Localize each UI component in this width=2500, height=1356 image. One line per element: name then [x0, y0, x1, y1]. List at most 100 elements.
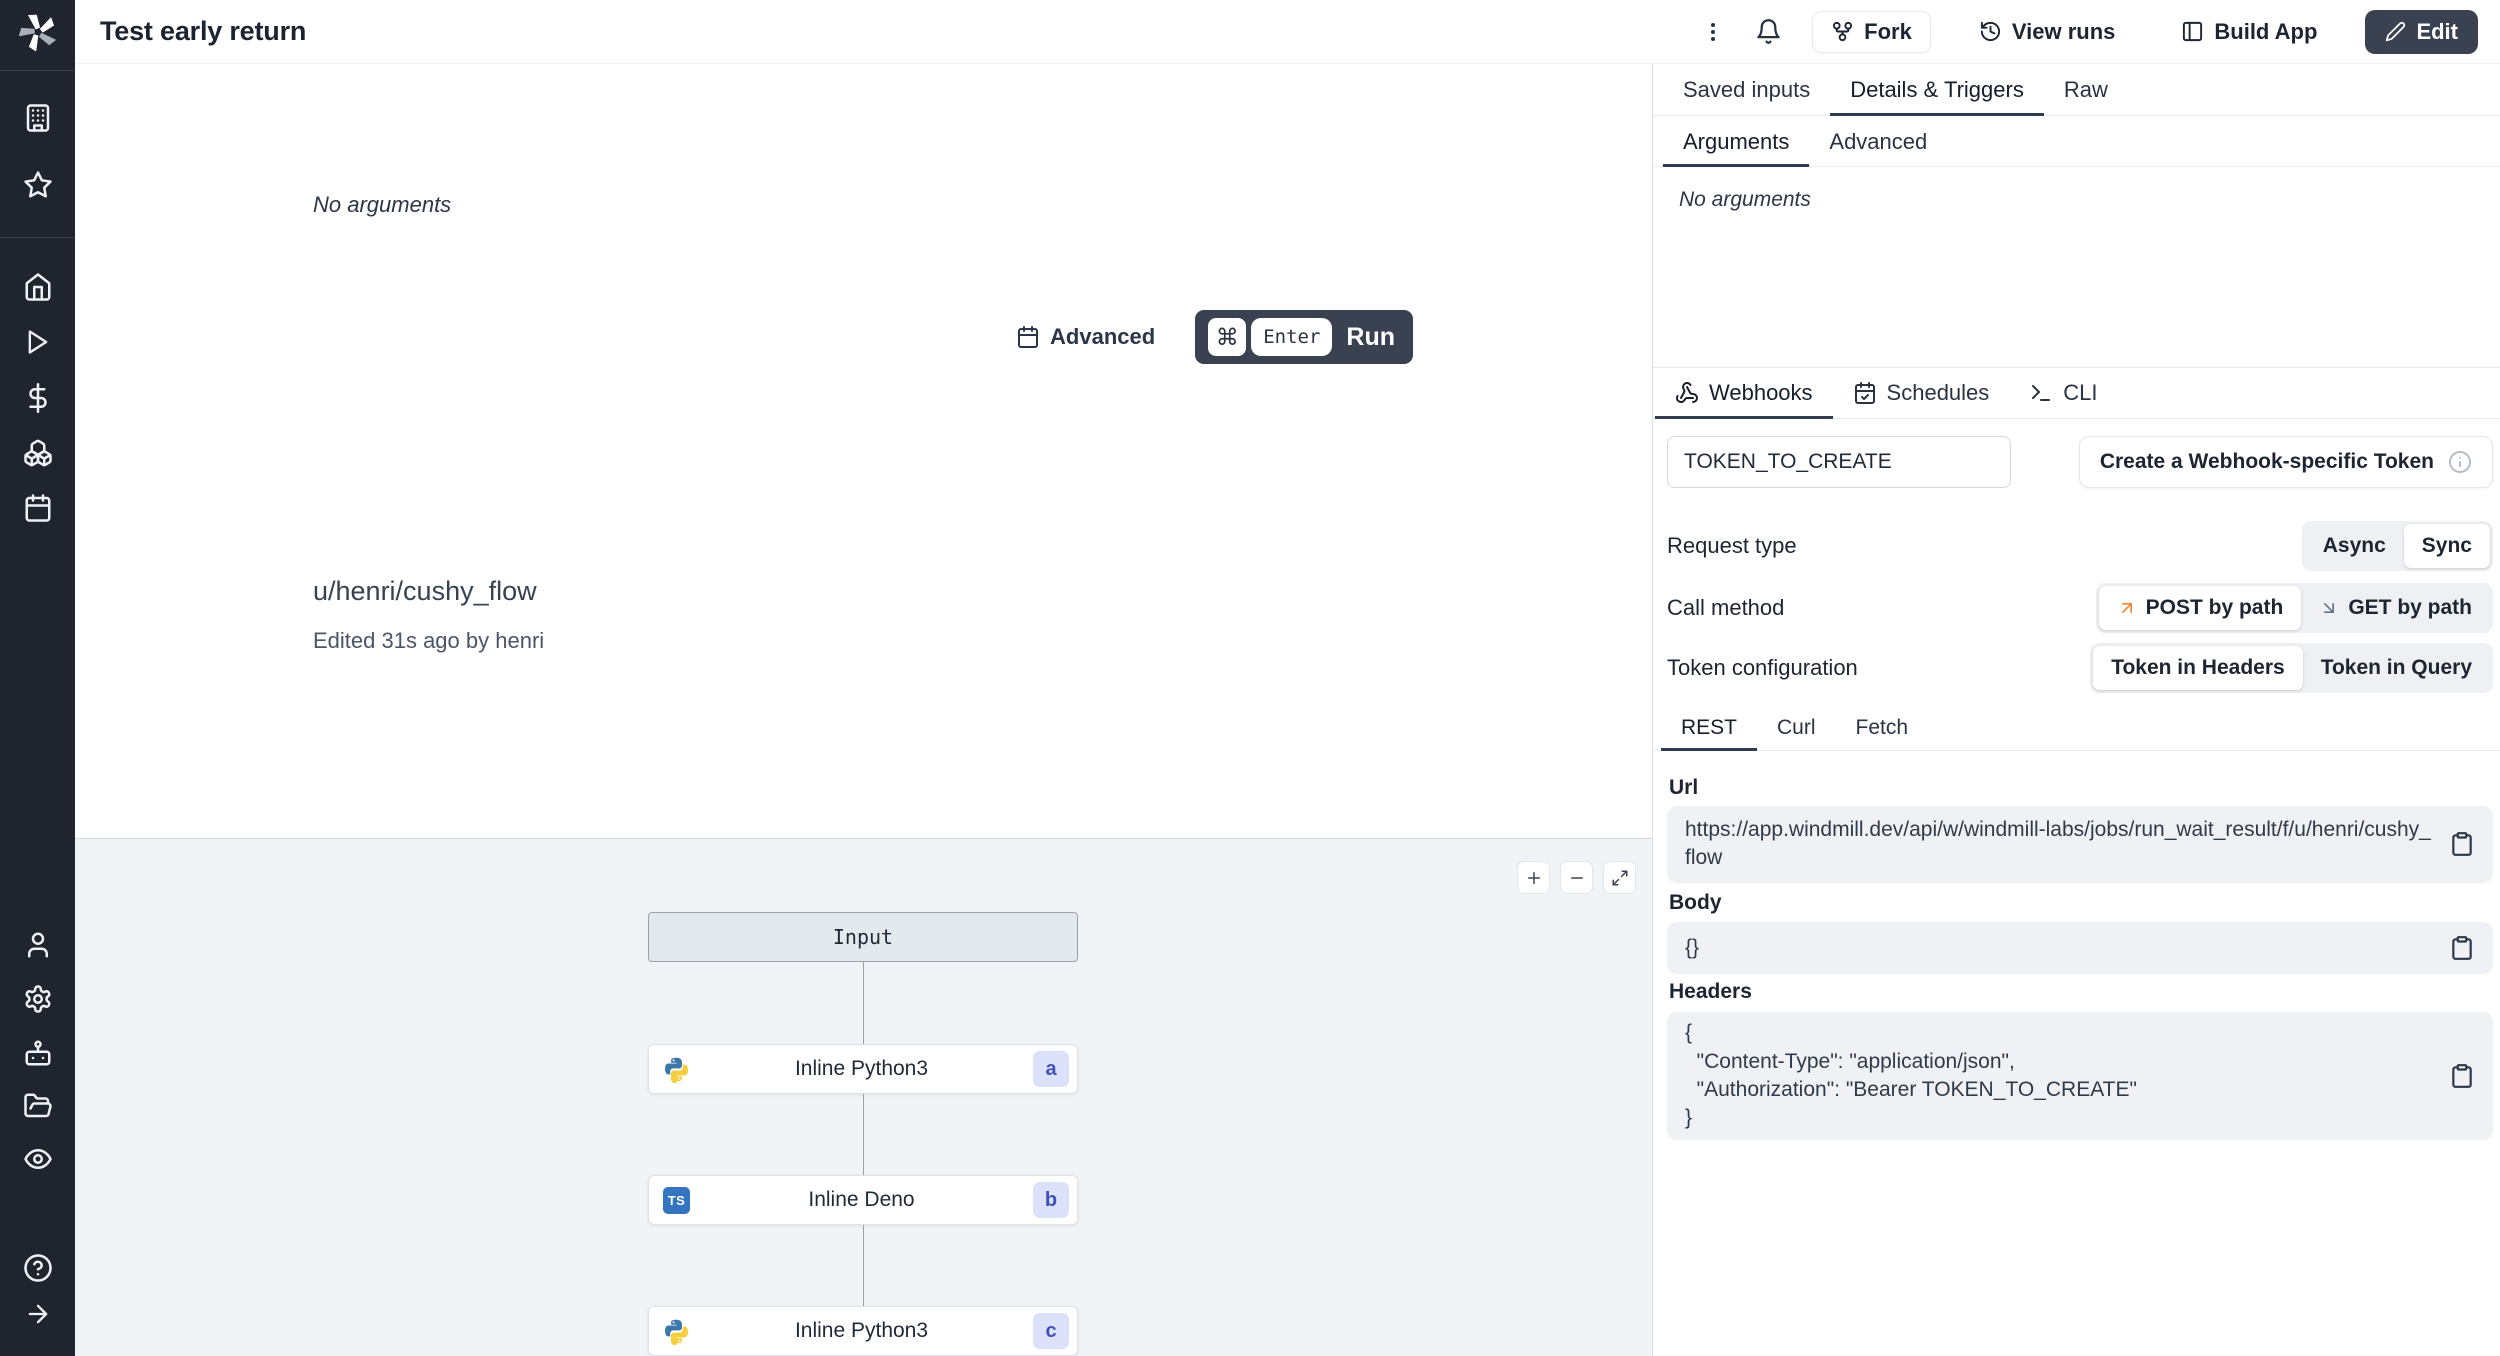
node-label: Inline Deno — [808, 1188, 915, 1211]
advanced-label: Advanced — [1050, 324, 1156, 349]
tab-saved-inputs[interactable]: Saved inputs — [1663, 64, 1830, 115]
flow-path: u/henri/cushy_flow — [313, 576, 537, 606]
create-token-button[interactable]: Create a Webhook-specific Token — [2078, 436, 2493, 488]
view-runs-button[interactable]: View runs — [1961, 11, 2134, 53]
windmill-logo-icon[interactable] — [18, 13, 57, 51]
main-content: No arguments Advanced ⌘ Enter Run u/henr… — [75, 64, 1652, 1356]
edge — [863, 1094, 864, 1175]
enter-key-badge: Enter — [1251, 318, 1333, 356]
call-method-label: Call method — [1667, 595, 1785, 620]
flow-node-b[interactable]: TS Inline Deno b — [648, 1175, 1078, 1225]
copy-body-icon[interactable] — [2449, 935, 2475, 961]
run-row: Advanced ⌘ Enter Run — [1016, 310, 1413, 364]
advanced-button[interactable]: Advanced — [1016, 324, 1155, 350]
tab-curl[interactable]: Curl — [1757, 705, 1836, 750]
tab-arguments[interactable]: Arguments — [1663, 117, 1810, 167]
headers-value: { "Content-Type": "application/json", "A… — [1685, 1021, 2137, 1130]
token-in-headers-option[interactable]: Token in Headers — [2093, 646, 2303, 690]
sync-option[interactable]: Sync — [2403, 524, 2490, 568]
run-button[interactable]: ⌘ Enter Run — [1195, 310, 1413, 364]
no-arguments-note: No arguments — [313, 192, 452, 217]
more-menu-icon[interactable] — [1701, 20, 1725, 44]
workspace-icon[interactable] — [23, 103, 53, 133]
body-label: Body — [1669, 891, 1722, 914]
panel-layout-icon — [2181, 20, 2204, 43]
audit-eye-icon[interactable] — [23, 1144, 53, 1174]
variables-dollar-icon[interactable] — [23, 383, 53, 413]
flow-node-c[interactable]: Inline Python3 c — [648, 1306, 1078, 1356]
edit-button[interactable]: Edit — [2365, 9, 2478, 54]
python-icon — [663, 1318, 690, 1345]
tab-schedules[interactable]: Schedules — [1833, 368, 2010, 418]
sidebar-divider — [0, 70, 75, 71]
arrow-down-right-icon — [2319, 598, 2339, 618]
history-icon — [1979, 20, 2002, 43]
url-label: Url — [1669, 776, 1699, 799]
flow-node-a[interactable]: Inline Python3 a — [648, 1044, 1078, 1094]
trigger-tabs: Webhooks Schedules CLI — [1653, 367, 2500, 419]
zoom-out-button[interactable] — [1560, 861, 1593, 894]
pencil-icon — [2385, 21, 2406, 42]
edit-label: Edit — [2416, 18, 2458, 44]
url-box: https://app.windmill.dev/api/w/windmill-… — [1667, 806, 2493, 883]
sidebar-divider — [0, 237, 75, 238]
async-option[interactable]: Async — [2305, 524, 2404, 568]
body-value: {} — [1685, 935, 1700, 959]
build-app-button[interactable]: Build App — [2163, 11, 2335, 53]
token-in-query-option[interactable]: Token in Query — [2303, 646, 2490, 690]
panel-no-arguments: No arguments — [1679, 188, 1811, 211]
zoom-in-button[interactable] — [1517, 861, 1550, 894]
notifications-bell-icon[interactable] — [1755, 18, 1782, 45]
request-type-toggle: Async Sync — [2301, 521, 2493, 571]
token-config-toggle: Token in Headers Token in Query — [2090, 643, 2493, 693]
node-badge: a — [1033, 1051, 1069, 1087]
body-box: {} — [1667, 922, 2493, 974]
node-badge: b — [1033, 1182, 1069, 1218]
copy-url-icon[interactable] — [2449, 831, 2475, 857]
tab-cli[interactable]: CLI — [2009, 368, 2117, 418]
users-icon[interactable] — [23, 930, 53, 960]
post-by-path-label: POST by path — [2145, 596, 2284, 619]
node-badge: c — [1033, 1313, 1069, 1349]
settings-gear-icon[interactable] — [23, 984, 53, 1014]
workers-robot-icon[interactable] — [23, 1038, 53, 1068]
headers-label: Headers — [1669, 980, 1752, 1003]
code-tabs: REST Curl Fetch — [1653, 705, 2500, 751]
tab-rest[interactable]: REST — [1661, 705, 1758, 751]
cmd-key-badge: ⌘ — [1208, 318, 1247, 356]
calendar-icon — [1016, 325, 1040, 349]
home-icon[interactable] — [23, 272, 53, 302]
tab-advanced[interactable]: Advanced — [1809, 117, 1947, 166]
get-by-path-option[interactable]: GET by path — [2301, 586, 2490, 630]
folders-icon[interactable] — [23, 1091, 53, 1121]
runs-play-icon[interactable] — [24, 328, 52, 356]
request-type-label: Request type — [1667, 533, 1797, 558]
schedules-calendar-icon[interactable] — [23, 493, 53, 523]
get-by-path-label: GET by path — [2348, 596, 2472, 619]
fit-view-button[interactable] — [1603, 861, 1636, 894]
token-config-row: Token configuration Token in Headers Tok… — [1667, 643, 2493, 693]
sidebar — [0, 0, 75, 1356]
tab-fetch[interactable]: Fetch — [1836, 705, 1929, 750]
favorites-star-icon[interactable] — [23, 170, 53, 200]
input-node[interactable]: Input — [648, 912, 1078, 962]
details-panel: Saved inputs Details & Triggers Raw Argu… — [1652, 64, 2500, 1356]
url-value: https://app.windmill.dev/api/w/windmill-… — [1685, 818, 2431, 870]
token-input[interactable] — [1667, 436, 2011, 488]
help-icon[interactable] — [23, 1253, 53, 1283]
copy-headers-icon[interactable] — [2449, 1063, 2475, 1089]
post-by-path-option[interactable]: POST by path — [2098, 586, 2302, 630]
topbar: Test early return Fork View runs Build A… — [75, 0, 2500, 64]
tab-webhooks[interactable]: Webhooks — [1655, 368, 1833, 419]
tab-details-triggers[interactable]: Details & Triggers — [1830, 64, 2044, 116]
webhook-icon — [1675, 381, 1699, 405]
edge — [863, 962, 864, 1044]
resources-boxes-icon[interactable] — [23, 438, 53, 468]
tab-raw[interactable]: Raw — [2044, 64, 2128, 115]
expand-arrow-icon[interactable] — [24, 1300, 52, 1328]
panel-tabs: Saved inputs Details & Triggers Raw — [1653, 64, 2500, 116]
webhooks-label: Webhooks — [1709, 380, 1813, 405]
create-token-label: Create a Webhook-specific Token — [2099, 450, 2434, 473]
fork-button[interactable]: Fork — [1812, 10, 1931, 53]
git-fork-icon — [1831, 20, 1854, 43]
